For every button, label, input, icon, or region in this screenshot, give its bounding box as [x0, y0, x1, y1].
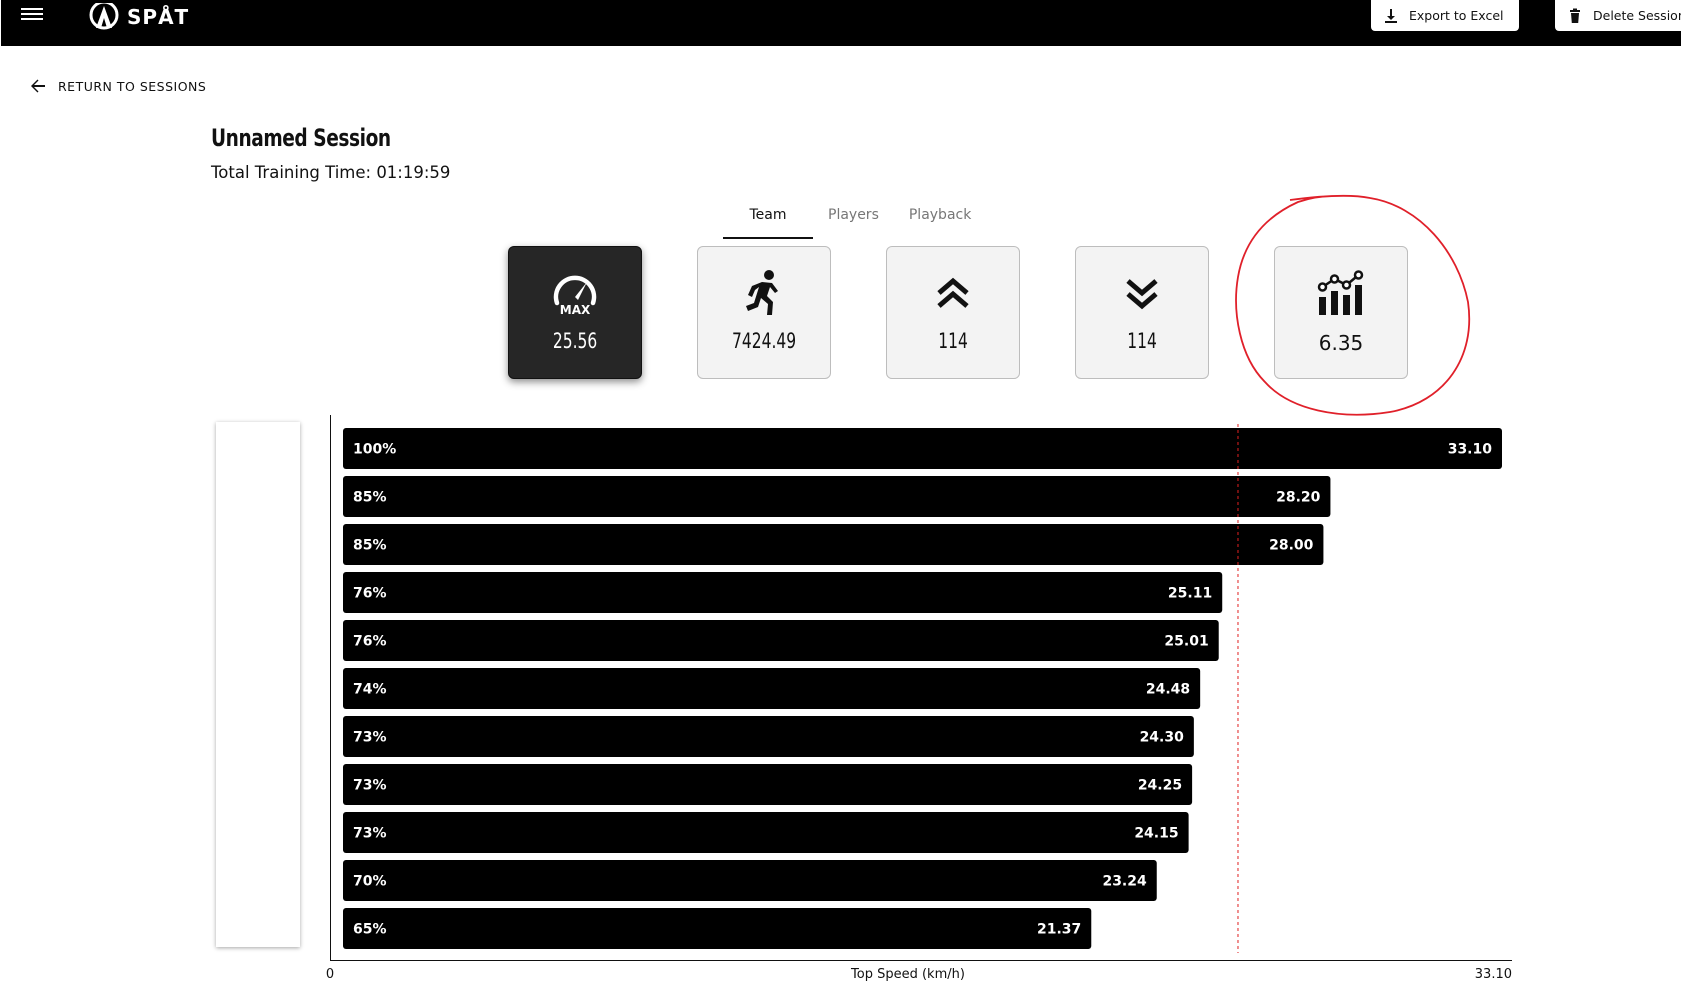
bar-percent-label: 73%: [353, 778, 387, 794]
export-to-excel-button[interactable]: Export to Excel: [1371, 0, 1519, 31]
app-logo[interactable]: SPÅT: [87, 0, 189, 34]
bar-percent-label: 73%: [353, 826, 387, 842]
bar-percent-label: 100%: [353, 442, 396, 458]
bar-percent-label: 70%: [353, 874, 387, 890]
running-person-icon: [738, 267, 790, 319]
bar-2[interactable]: [343, 476, 1331, 517]
delete-session-button[interactable]: Delete Session: [1555, 0, 1681, 31]
bar-8[interactable]: [343, 764, 1193, 805]
arrow-left-icon: [31, 79, 45, 93]
bar-value-label: 24.48: [1146, 682, 1190, 698]
stat-value: 114: [938, 329, 968, 353]
bar-value-label: 23.24: [1102, 874, 1147, 890]
svg-text:MAX: MAX: [560, 303, 591, 317]
bar-value-label: 25.11: [1168, 586, 1212, 602]
bar-5[interactable]: [343, 620, 1219, 661]
bar-value-label: 28.00: [1269, 538, 1314, 554]
training-time: Total Training Time: 01:19:59: [211, 163, 451, 182]
x-tick-label-min: 0: [326, 967, 334, 982]
tab-team[interactable]: Team: [723, 200, 813, 239]
bar-value-label: 33.10: [1448, 442, 1493, 458]
bar-percent-label: 73%: [353, 730, 387, 746]
top-app-bar: SPÅT Export to Excel Delete Session: [1, 0, 1681, 46]
stat-value: 6.35: [1318, 331, 1364, 355]
menu-icon[interactable]: [21, 5, 43, 25]
bar-11[interactable]: [343, 908, 1092, 949]
bar-value-label: 21.37: [1037, 922, 1081, 938]
bar-percent-label: 85%: [353, 490, 387, 506]
double-chevron-up-icon: [927, 267, 979, 319]
stat-value: 25.56: [552, 329, 598, 353]
stat-value: 114: [1127, 329, 1157, 353]
bar-value-label: 24.30: [1140, 730, 1185, 746]
view-tabs: Team Players Playback: [723, 200, 986, 239]
bar-value-label: 28.20: [1276, 490, 1321, 506]
page-title: Unnamed Session: [211, 124, 391, 152]
bar-value-label: 24.25: [1138, 778, 1182, 794]
trash-icon: [1570, 8, 1580, 23]
bar-9[interactable]: [343, 812, 1189, 853]
stat-value: 7424.49: [731, 329, 797, 353]
bar-4[interactable]: [343, 572, 1223, 613]
bar-percent-label: 76%: [353, 634, 387, 650]
stat-card-decelerations[interactable]: 114: [1075, 246, 1209, 379]
stat-card-max-speed[interactable]: MAX 25.56: [508, 246, 642, 379]
chart-side-panel: [216, 422, 300, 947]
x-tick-label-max: 33.10: [1475, 967, 1512, 982]
x-axis-label: Top Speed (km/h): [850, 967, 965, 982]
bar-3[interactable]: [343, 524, 1324, 565]
tab-players[interactable]: Players: [813, 200, 894, 239]
bar-percent-label: 74%: [353, 682, 387, 698]
stat-card-distance[interactable]: 7424.49: [697, 246, 831, 379]
bar-value-label: 24.15: [1134, 826, 1178, 842]
bar-value-label: 25.01: [1164, 634, 1208, 650]
export-label: Export to Excel: [1409, 8, 1504, 23]
double-chevron-down-icon: [1116, 267, 1168, 319]
bar-percent-label: 65%: [353, 922, 387, 938]
download-icon: [1385, 8, 1397, 23]
spat-logo-icon: [87, 0, 121, 30]
delete-label: Delete Session: [1593, 8, 1681, 23]
bar-7[interactable]: [343, 716, 1194, 757]
stat-card-bar-chart[interactable]: 6.35: [1274, 246, 1408, 379]
bar-10[interactable]: [343, 860, 1157, 901]
bar-percent-label: 85%: [353, 538, 387, 554]
logo-text: SPÅT: [127, 5, 190, 29]
stat-card-accelerations[interactable]: 114: [886, 246, 1020, 379]
return-to-sessions-link[interactable]: RETURN TO SESSIONS: [30, 78, 206, 94]
bar-line-chart-icon: [1315, 267, 1367, 319]
tab-playback[interactable]: Playback: [894, 200, 986, 239]
bar-1[interactable]: [343, 428, 1502, 469]
bar-6[interactable]: [343, 668, 1201, 709]
return-label: RETURN TO SESSIONS: [58, 78, 207, 94]
max-speed-gauge-icon: MAX: [549, 267, 601, 319]
bar-percent-label: 76%: [353, 586, 387, 602]
